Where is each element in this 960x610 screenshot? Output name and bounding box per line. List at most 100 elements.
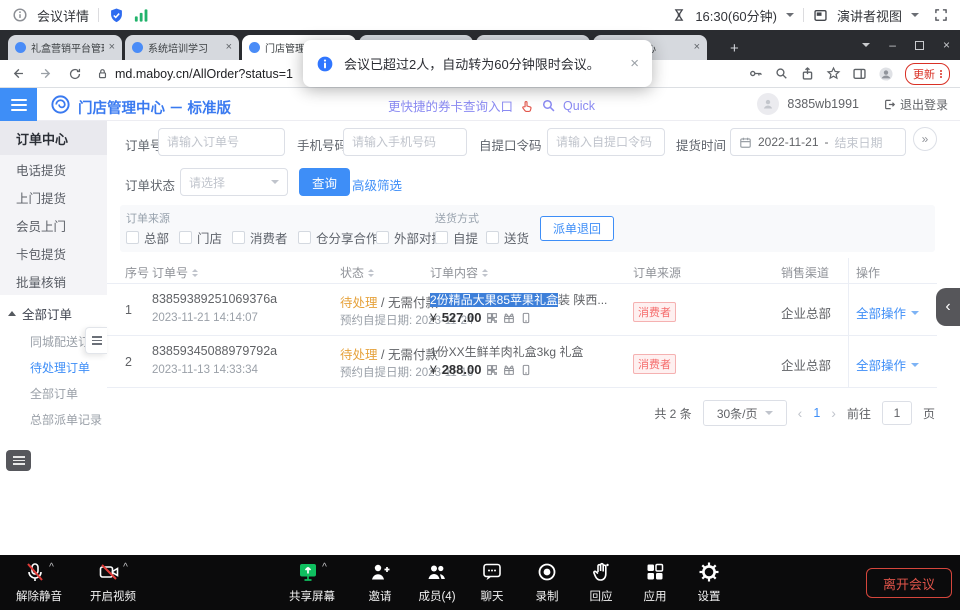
phone-icon[interactable] [520, 312, 532, 324]
collapse-search-button[interactable]: » [913, 127, 937, 151]
all-actions-dropdown[interactable]: 全部操作 [856, 303, 919, 322]
source-checkbox-hq[interactable]: 总部 [126, 228, 169, 247]
profile-icon[interactable] [878, 66, 894, 82]
qr-code-icon[interactable] [486, 364, 498, 376]
window-maximize-button[interactable] [915, 41, 924, 50]
order-content[interactable]: 2份精品大果85苹果礼盒装 陕西... [430, 291, 607, 308]
col-order-no[interactable]: 订单号 [152, 264, 198, 281]
all-actions-dropdown[interactable]: 全部操作 [856, 355, 919, 374]
reload-icon[interactable] [68, 67, 82, 81]
checkbox-icon[interactable] [126, 231, 139, 244]
lock-icon[interactable] [96, 67, 109, 80]
tab-close-icon[interactable]: × [694, 42, 700, 53]
side-panel-icon[interactable] [852, 66, 867, 81]
dispatch-return-button[interactable]: 派单退回 [540, 216, 614, 241]
order-no-input[interactable] [158, 128, 285, 156]
source-checkbox-warehouse-share[interactable]: 仓分享合作 [298, 228, 379, 247]
sidebar-section-order-center[interactable]: 订单中心 [0, 121, 107, 155]
tab-close-icon[interactable]: × [109, 42, 115, 53]
window-minimize-button[interactable]: – [889, 39, 896, 51]
sidebar-item-phone-pickup[interactable]: 电话提货 [0, 155, 107, 183]
security-shield-icon[interactable] [108, 7, 125, 24]
sort-icon[interactable] [368, 266, 374, 280]
checkbox-icon[interactable] [298, 231, 311, 244]
phone-input[interactable] [343, 128, 467, 156]
sort-icon[interactable] [482, 266, 488, 280]
meeting-details-label[interactable]: 会议详情 [37, 6, 89, 25]
col-content[interactable]: 订单内容 [430, 264, 488, 281]
logout-button[interactable]: 退出登录 [883, 96, 948, 113]
meeting-panel-toggle[interactable]: ‹ [936, 288, 960, 326]
floating-list-button[interactable] [6, 450, 31, 471]
source-checkbox-consumer[interactable]: 消费者 [232, 228, 288, 247]
menu-hamburger-button[interactable] [0, 88, 37, 121]
page-size-select[interactable]: 30条/页 [703, 400, 787, 426]
order-number[interactable]: 83859345088979792a [152, 344, 277, 358]
pickup-code-input[interactable] [547, 128, 665, 156]
delivery-checkbox-selfpickup[interactable]: 自提 [435, 228, 478, 247]
view-mode-label[interactable]: 演讲者视图 [837, 6, 902, 25]
back-icon[interactable] [10, 66, 25, 81]
order-content[interactable]: 1份XX生鲜羊肉礼盒3kg 礼盒 [430, 343, 583, 360]
sidebar-item-member-visit[interactable]: 会员上门 [0, 211, 107, 239]
key-icon[interactable] [748, 66, 763, 81]
sidebar-collapse-handle[interactable] [85, 327, 107, 354]
table-row[interactable]: 1 83859389251069376a 2023-11-21 14:14:07… [107, 284, 937, 336]
info-icon[interactable] [12, 7, 28, 23]
sidebar-item-door-pickup[interactable]: 上门提货 [0, 183, 107, 211]
goto-page-input[interactable] [882, 401, 912, 425]
promo-link[interactable]: 更快捷的券卡查询入口 [388, 96, 513, 115]
tab-search-icon[interactable] [862, 43, 870, 51]
checkbox-icon[interactable] [486, 231, 499, 244]
checkbox-icon[interactable] [232, 231, 245, 244]
sidebar-sub-hq-dispatch-log[interactable]: 总部派单记录 [0, 406, 107, 432]
tab-close-icon[interactable]: × [226, 42, 232, 53]
leave-meeting-button[interactable]: 离开会议 [866, 568, 952, 598]
current-page[interactable]: 1 [813, 406, 820, 420]
start-video-button[interactable]: ^ 开启视频 [77, 559, 149, 604]
sort-icon[interactable] [192, 266, 198, 280]
advanced-filter-link[interactable]: 高级筛选 [352, 175, 402, 194]
chevron-up-icon[interactable]: ^ [49, 563, 54, 573]
share-icon[interactable] [800, 66, 815, 81]
browser-update-badge[interactable]: 更新 [905, 63, 950, 85]
qr-code-icon[interactable] [486, 312, 498, 324]
order-status-select[interactable]: 请选择 [180, 168, 288, 196]
quick-label[interactable]: Quick [563, 99, 595, 113]
gift-icon[interactable] [503, 312, 515, 324]
timer-dropdown-icon[interactable] [786, 13, 794, 21]
date-range-picker[interactable]: 2022-11-21 - 结束日期 [730, 128, 906, 156]
browser-tab[interactable]: 系统培训学习 × [125, 35, 239, 60]
forward-icon[interactable] [39, 66, 54, 81]
chevron-up-icon[interactable]: ^ [123, 563, 128, 573]
chevron-up-icon[interactable]: ^ [322, 563, 327, 573]
settings-button[interactable]: 设置 [673, 559, 745, 604]
col-status[interactable]: 状态 [340, 264, 374, 281]
view-dropdown-icon[interactable] [911, 13, 919, 21]
quick-search-icon[interactable] [541, 98, 556, 113]
sidebar-sub-all-orders[interactable]: 全部订单 [0, 380, 107, 406]
sidebar-group-all-orders[interactable]: 全部订单 [0, 298, 107, 328]
prev-page-button[interactable]: ‹ [798, 405, 803, 421]
fullscreen-icon[interactable] [934, 8, 948, 22]
delivery-checkbox-deliver[interactable]: 送货 [486, 228, 529, 247]
checkbox-icon[interactable] [376, 231, 389, 244]
order-number[interactable]: 83859389251069376a [152, 292, 277, 306]
unmute-button[interactable]: ^ 解除静音 [3, 559, 75, 604]
source-checkbox-external[interactable]: 外部对接 [376, 228, 444, 247]
notification-close-icon[interactable]: × [630, 55, 639, 72]
browser-tab[interactable]: 礼盒营销平台管理中心 × [8, 35, 122, 60]
phone-icon[interactable] [520, 364, 532, 376]
search-button[interactable]: 查询 [299, 168, 350, 196]
next-page-button[interactable]: › [831, 405, 836, 421]
source-checkbox-store[interactable]: 门店 [179, 228, 222, 247]
bookmark-star-icon[interactable] [826, 66, 841, 81]
share-screen-button[interactable]: ^ 共享屏幕 [276, 559, 348, 604]
table-row[interactable]: 2 83859345088979792a 2023-11-13 14:33:34… [107, 336, 937, 388]
checkbox-icon[interactable] [435, 231, 448, 244]
window-close-button[interactable]: × [943, 39, 950, 51]
checkbox-icon[interactable] [179, 231, 192, 244]
sidebar-item-batch-verify[interactable]: 批量核销 [0, 267, 107, 295]
sidebar-item-card-pickup[interactable]: 卡包提货 [0, 239, 107, 267]
user-avatar[interactable] [757, 93, 779, 115]
